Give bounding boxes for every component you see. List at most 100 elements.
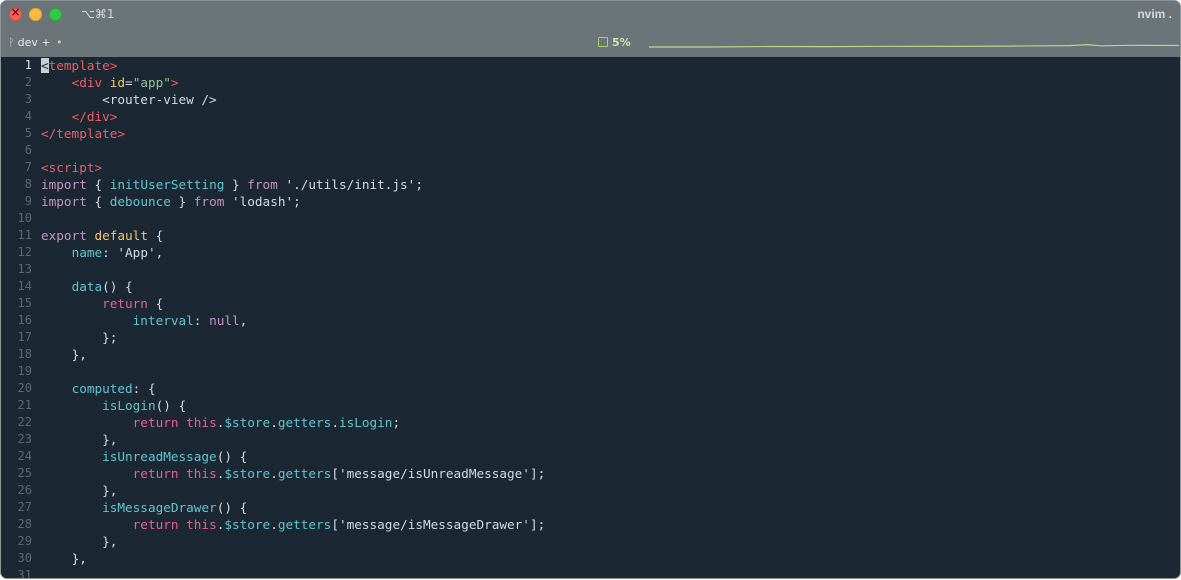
code-token: () { <box>216 500 248 515</box>
code-token: > <box>170 75 179 90</box>
git-branch-indicator: ᚹ dev + • <box>8 36 63 49</box>
code-token: interval <box>132 313 194 328</box>
line-number: 25 <box>17 466 32 480</box>
code-token: { <box>86 177 110 192</box>
line-number: 30 <box>17 551 32 565</box>
line-number: 11 <box>17 228 32 242</box>
code-text: }, <box>41 482 117 499</box>
code-token: : <box>193 313 210 328</box>
maximize-window-button[interactable] <box>49 8 62 21</box>
git-branch-name: dev <box>17 36 38 49</box>
code-token: . <box>331 415 339 430</box>
code-token: data <box>71 279 103 294</box>
code-token: ]; <box>529 466 546 481</box>
code-token: }, <box>102 534 118 549</box>
line-number: 10 <box>17 211 32 225</box>
code-text: import { debounce } from 'lodash'; <box>41 193 301 210</box>
code-token: getters <box>277 415 332 430</box>
code-text: interval: null, <box>41 312 248 329</box>
git-branch-suffix: + <box>41 36 51 49</box>
line-number: 31 <box>17 568 32 578</box>
code-token: getters <box>277 517 332 532</box>
code-text: }, <box>41 346 87 363</box>
line-number: 4 <box>24 109 32 123</box>
code-token: 'App' <box>117 245 156 260</box>
line-number: 29 <box>17 534 32 548</box>
line-number: 6 <box>24 143 32 157</box>
code-text: }; <box>41 329 117 346</box>
code-token: this <box>186 415 217 430</box>
code-token: from <box>247 177 278 192</box>
code-token: getters <box>277 466 332 481</box>
line-number: 26 <box>17 483 32 497</box>
line-number: 23 <box>17 432 32 446</box>
code-token: from <box>193 194 225 209</box>
line-number: 12 <box>17 245 32 259</box>
code-text: isLogin() { <box>41 397 186 414</box>
code-text: name: 'App', <box>41 244 164 261</box>
code-text: export default { <box>41 227 163 244</box>
code-text: }, <box>41 533 117 550</box>
line-number: 18 <box>17 347 32 361</box>
code-token: return <box>102 296 148 311</box>
code-token: ]; <box>529 517 546 532</box>
code-token: computed <box>71 381 133 396</box>
code-token: export <box>41 228 87 243</box>
code-text: return this.$store.getters.isLogin; <box>41 414 400 431</box>
line-number: 5 <box>24 126 32 140</box>
line-number: 21 <box>17 398 32 412</box>
minimize-window-button[interactable] <box>29 8 42 21</box>
code-token: "app" <box>132 75 171 90</box>
close-window-button[interactable] <box>9 5 22 21</box>
code-token: 'message/isUnreadMessage' <box>338 466 530 481</box>
line-number: 24 <box>17 449 32 463</box>
code-token: { <box>147 296 164 311</box>
code-token: . <box>270 466 278 481</box>
code-token: } <box>170 194 194 209</box>
code-text: isMessageDrawer() { <box>41 499 247 516</box>
line-number: 2 <box>24 75 32 89</box>
code-token: return <box>132 517 179 532</box>
code-token: this <box>186 517 217 532</box>
code-text: <div id="app"> <box>41 74 179 91</box>
terminal-window: ⌥⌘1 nvim . ᚹdev + • 5% 1<template>2 <div… <box>1 1 1180 578</box>
code-token: return <box>132 415 179 430</box>
code-token: }, <box>102 432 118 447</box>
code-token: null <box>209 313 240 328</box>
code-text: data() { <box>41 278 133 295</box>
code-token: <script> <box>41 160 103 175</box>
line-number: 8 <box>24 177 32 191</box>
title-bar[interactable]: ⌥⌘1 nvim . <box>1 1 1180 29</box>
code-token: { <box>147 228 164 243</box>
line-number: 22 <box>17 415 32 429</box>
code-token: }, <box>71 347 87 362</box>
code-editor[interactable]: 1 <template> 2 <div id="app"> 3 <router-vie… <box>1 57 1180 578</box>
cpu-chip-icon <box>598 37 608 47</box>
code-token: isUnreadMessage <box>102 449 217 464</box>
line-number: 27 <box>17 500 32 514</box>
line-number: 14 <box>17 279 32 293</box>
line-number: 20 <box>17 381 32 395</box>
line-number: 13 <box>17 262 32 276</box>
line-number: 3 <box>24 92 32 106</box>
code-token: return <box>132 466 179 481</box>
line-number: 7 <box>24 160 32 174</box>
code-token: </div> <box>71 109 118 124</box>
code-token: import <box>41 194 87 209</box>
